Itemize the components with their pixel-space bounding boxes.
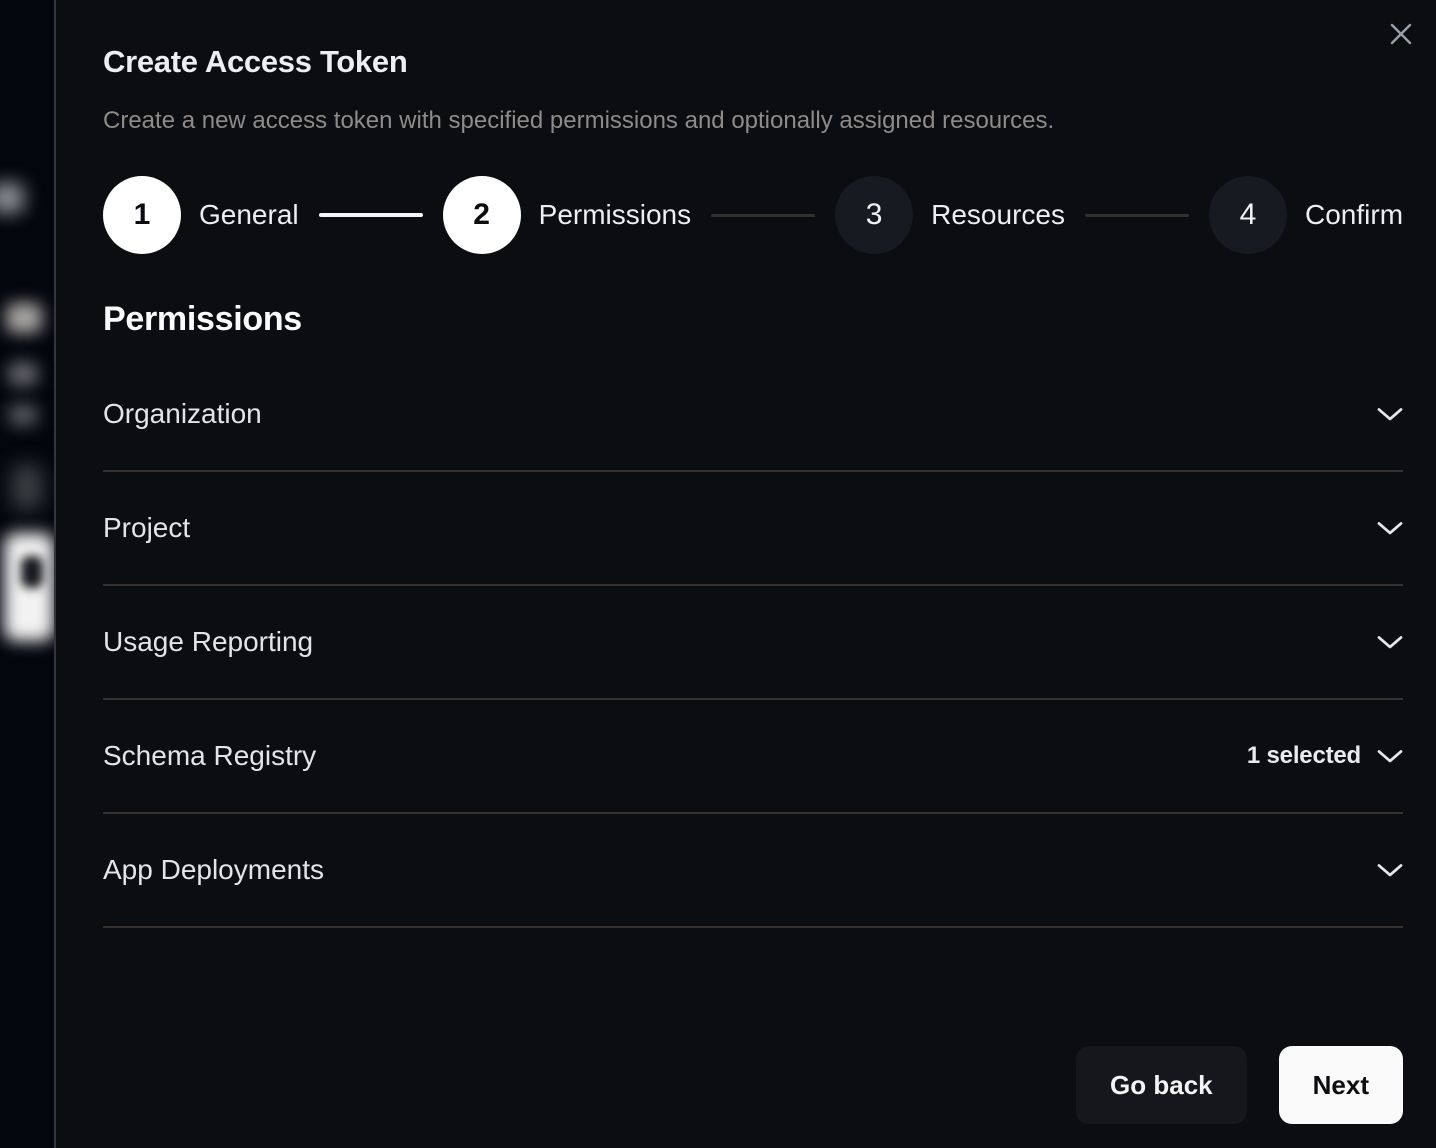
blurred-sidebar-text xyxy=(8,362,38,386)
step-resources[interactable]: 3 Resources xyxy=(835,176,1065,254)
accordion-row-organization[interactable]: Organization xyxy=(103,358,1403,472)
selected-count-badge: 1 selected xyxy=(1247,742,1361,770)
step-number-circle: 3 xyxy=(835,176,913,254)
accordion-row-app-deployments[interactable]: App Deployments xyxy=(103,814,1403,928)
blurred-sidebar-icon xyxy=(12,465,42,509)
accordion-row-label: Schema Registry xyxy=(103,740,316,772)
chevron-down-icon xyxy=(1377,863,1403,878)
accordion-row-label: Organization xyxy=(103,398,262,430)
wizard-stepper: 1 General 2 Permissions 3 Resources 4 Co… xyxy=(103,176,1403,254)
accordion-row-project[interactable]: Project xyxy=(103,472,1403,586)
chevron-down-icon xyxy=(1377,749,1403,764)
step-label: Resources xyxy=(931,199,1065,231)
accordion-row-label: Project xyxy=(103,512,190,544)
step-general[interactable]: 1 General xyxy=(103,176,299,254)
blurred-sidebar-logo-detail xyxy=(21,556,43,588)
step-connector xyxy=(711,214,815,217)
step-label: Permissions xyxy=(539,199,691,231)
permissions-accordion: Organization Project Usage Reporting xyxy=(103,358,1403,928)
dialog-title: Create Access Token xyxy=(103,44,1403,80)
background-app-blur xyxy=(0,0,54,1148)
accordion-row-schema-registry[interactable]: Schema Registry 1 selected xyxy=(103,700,1403,814)
close-icon xyxy=(1390,23,1412,45)
chevron-down-icon xyxy=(1377,635,1403,650)
step-connector xyxy=(319,213,423,217)
blurred-sidebar-pill xyxy=(0,183,24,213)
step-number-circle: 2 xyxy=(443,176,521,254)
accordion-row-usage-reporting[interactable]: Usage Reporting xyxy=(103,586,1403,700)
step-number-circle: 4 xyxy=(1209,176,1287,254)
chevron-down-icon xyxy=(1377,407,1403,422)
accordion-row-label: App Deployments xyxy=(103,854,324,886)
step-connector xyxy=(1085,214,1189,217)
blurred-sidebar-text xyxy=(6,303,42,333)
go-back-button[interactable]: Go back xyxy=(1076,1046,1247,1124)
blurred-sidebar-text xyxy=(8,404,38,426)
chevron-down-icon xyxy=(1377,521,1403,536)
close-button[interactable] xyxy=(1385,18,1417,50)
step-permissions[interactable]: 2 Permissions xyxy=(443,176,691,254)
next-button[interactable]: Next xyxy=(1279,1046,1403,1124)
step-confirm[interactable]: 4 Confirm xyxy=(1209,176,1403,254)
step-label: Confirm xyxy=(1305,199,1403,231)
dialog-footer: Go back Next xyxy=(1076,1046,1403,1124)
dialog-subtitle: Create a new access token with specified… xyxy=(103,106,1403,136)
create-access-token-dialog: Create Access Token Create a new access … xyxy=(54,0,1436,1148)
permissions-section-heading: Permissions xyxy=(103,300,1403,339)
step-number-circle: 1 xyxy=(103,176,181,254)
step-label: General xyxy=(199,199,299,231)
accordion-row-label: Usage Reporting xyxy=(103,626,313,658)
